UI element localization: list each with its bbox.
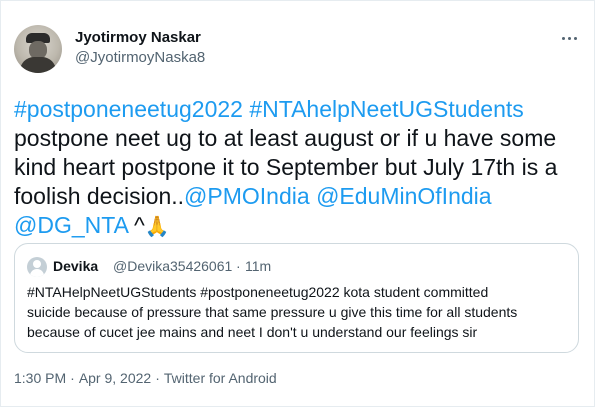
meta-separator: · <box>70 370 75 386</box>
tweet-time[interactable]: 1:30 PM <box>14 370 66 386</box>
quoted-line: suicide because of pressure that same pr… <box>27 304 518 320</box>
author-handle[interactable]: @JyotirmoyNaska8 <box>75 49 205 66</box>
tweet-meta: 1:30 PM · Apr 9, 2022 · Twitter for Android <box>14 370 277 386</box>
tweet-text-fragment: foolish decision.. <box>14 183 185 209</box>
mention-link[interactable]: @PMOIndia <box>184 183 310 209</box>
more-horizontal-icon[interactable] <box>557 28 581 48</box>
quoted-text: #NTAHelpNeetUGStudents #postponeneetug20… <box>27 282 572 342</box>
quoted-avatar[interactable] <box>27 257 47 277</box>
author-avatar[interactable] <box>14 25 62 73</box>
tweet-line: #postponeneetug2022 #NTAhelpNeetUGStuden… <box>14 95 584 124</box>
quoted-tweet[interactable]: Devika @Devika35426061 · 11m #NTAHelpNee… <box>14 243 579 353</box>
tweet-date[interactable]: Apr 9, 2022 <box>79 370 151 386</box>
folded-hands-icon: 🙏 <box>144 216 170 238</box>
quoted-handle[interactable]: @Devika35426061 <box>113 258 232 274</box>
tweet-source[interactable]: Twitter for Android <box>164 370 277 386</box>
tweet-line: foolish decision..@PMOIndia @EduMinOfInd… <box>14 182 584 211</box>
avatar-body <box>30 269 44 277</box>
mention-link[interactable]: @EduMinOfIndia <box>316 183 492 209</box>
more-dot <box>567 36 571 40</box>
tweet-line: kind heart postpone it to September but … <box>14 154 558 180</box>
author-display-name[interactable]: Jyotirmoy Naskar <box>75 29 201 46</box>
tweet-text: #postponeneetug2022 #NTAhelpNeetUGStuden… <box>14 95 584 242</box>
quoted-separator: · <box>236 258 241 274</box>
hashtag-link[interactable]: #postponeneetug2022 <box>14 96 243 122</box>
tweet-card: Jyotirmoy Naskar @JyotirmoyNaska8 #postp… <box>0 0 595 407</box>
quoted-line: because of cucet jee mains and neet I do… <box>27 324 478 340</box>
avatar-body <box>20 57 56 73</box>
quoted-line: #NTAHelpNeetUGStudents #postponeneetug20… <box>27 284 489 300</box>
meta-separator: · <box>155 370 160 386</box>
hashtag-link[interactable]: #NTAhelpNeetUGStudents <box>249 96 523 122</box>
more-dot <box>561 36 565 40</box>
tweet-text-fragment: ^ <box>127 212 145 238</box>
quoted-time[interactable]: 11m <box>245 258 271 274</box>
tweet-line: postpone neet ug to at least august or i… <box>14 125 557 151</box>
avatar-head <box>33 260 41 268</box>
mention-link[interactable]: @DG_NTA <box>14 212 128 238</box>
tweet-line: @DG_NTA ^🙏 <box>14 211 584 242</box>
more-dot <box>573 36 577 40</box>
quoted-display-name[interactable]: Devika <box>53 258 98 274</box>
